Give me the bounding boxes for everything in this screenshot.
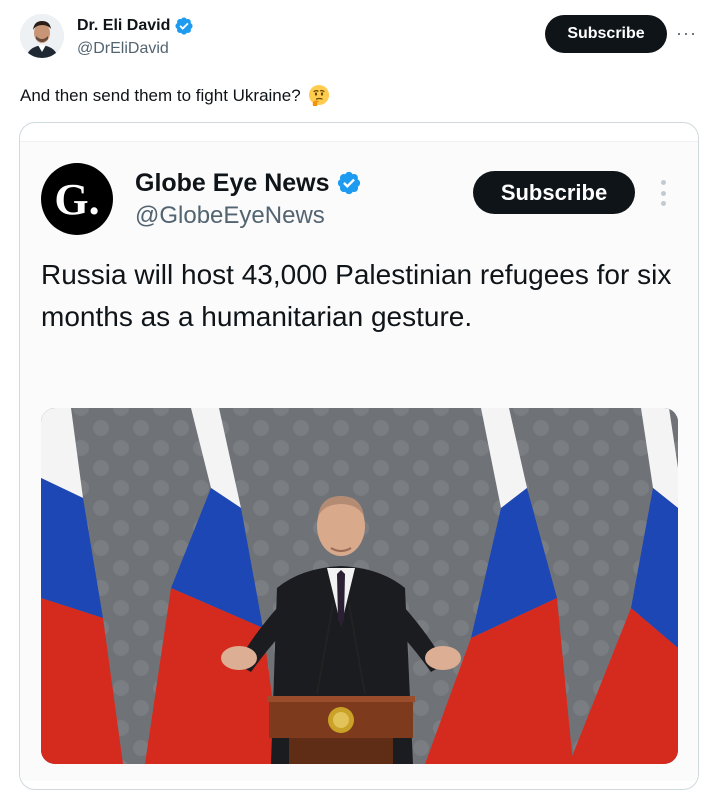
tweet-text: And then send them to fight Ukraine?: [20, 84, 331, 108]
quoted-handle: @GlobeEyeNews: [135, 202, 325, 229]
quoted-tweet-text: Russia will host 43,000 Palestinian refu…: [41, 259, 672, 332]
quoted-tweet-card[interactable]: G. Globe Eye News @GlobeEyeNews Subscrib…: [19, 122, 699, 790]
quoted-subscribe-button: Subscribe: [473, 171, 635, 214]
quoted-tweet-screenshot: G. Globe Eye News @GlobeEyeNews Subscrib…: [20, 141, 698, 781]
quoted-more-options-icon: [658, 180, 668, 206]
press-conference-photo-icon: [41, 408, 678, 764]
thinking-face-emoji-icon: [308, 85, 329, 106]
press-conference-photo: [41, 408, 678, 764]
verified-badge-icon: [337, 171, 360, 195]
avatar-photo-icon: [20, 14, 64, 58]
quoted-name-text: Globe Eye News: [135, 169, 330, 197]
author-display-name[interactable]: Dr. Eli David: [77, 16, 194, 36]
more-options-icon[interactable]: ···: [676, 24, 697, 42]
globe-eye-logo: G.: [41, 163, 113, 235]
tweet-text-content: And then send them to fight Ukraine?: [20, 86, 301, 105]
author-avatar[interactable]: [20, 14, 64, 58]
author-handle[interactable]: @DrEliDavid: [77, 39, 194, 59]
quoted-display-name: Globe Eye News: [135, 168, 362, 198]
subscribe-button[interactable]: Subscribe: [545, 15, 667, 53]
author-name-text[interactable]: Dr. Eli David: [77, 16, 170, 36]
verified-badge-icon: [175, 17, 193, 35]
